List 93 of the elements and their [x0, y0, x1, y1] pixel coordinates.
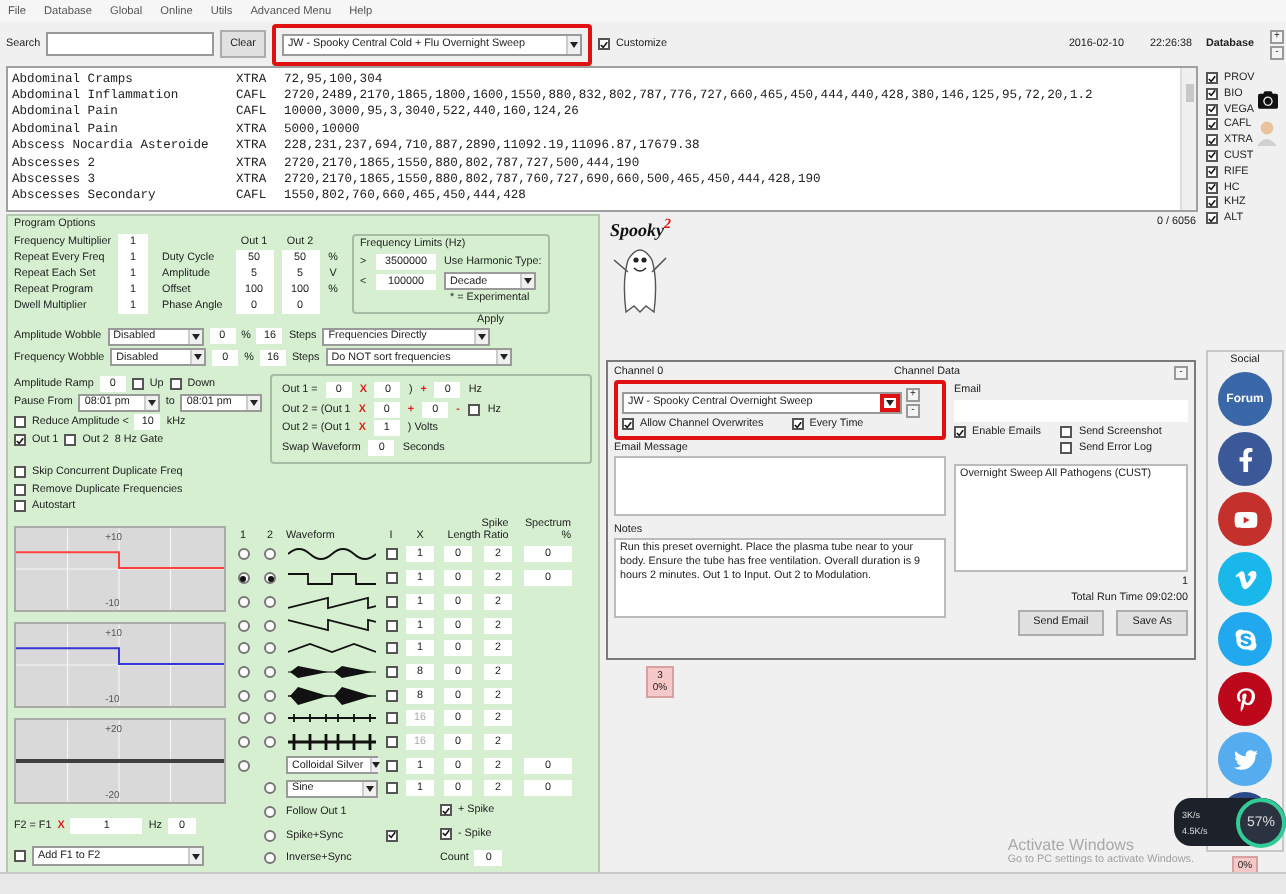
checkbox[interactable] — [131, 377, 144, 390]
checkbox[interactable] — [385, 619, 397, 632]
radio-button[interactable] — [264, 595, 276, 608]
checkbox[interactable] — [169, 377, 182, 390]
caret-icon — [187, 329, 202, 344]
waveform-icon[interactable] — [288, 731, 376, 752]
checkbox[interactable] — [1206, 149, 1218, 162]
skype-icon[interactable] — [1218, 612, 1272, 667]
radio-button[interactable] — [264, 619, 276, 632]
waveform-icon[interactable] — [288, 638, 376, 659]
radio-button[interactable] — [264, 735, 276, 748]
notice-title: Activate Windows — [1007, 836, 1136, 854]
checkbox[interactable] — [1060, 426, 1073, 438]
checkbox[interactable] — [1206, 134, 1218, 147]
caret-icon — [520, 274, 534, 288]
checkbox[interactable] — [622, 418, 634, 430]
radio-button[interactable] — [237, 735, 249, 748]
checkbox[interactable] — [954, 426, 966, 438]
checkbox[interactable] — [14, 850, 26, 863]
checkbox[interactable] — [1060, 442, 1073, 454]
radio-button[interactable] — [264, 712, 276, 725]
radio-button[interactable] — [264, 548, 276, 561]
radio-button[interactable] — [237, 689, 249, 702]
radio-button[interactable] — [237, 759, 249, 772]
checkbox[interactable] — [14, 499, 26, 512]
facebook-icon[interactable] — [1218, 432, 1272, 487]
checkbox[interactable] — [14, 466, 26, 479]
radio-button[interactable] — [237, 595, 249, 608]
caret-icon — [495, 350, 510, 365]
checkbox[interactable] — [385, 712, 397, 725]
checkbox[interactable] — [385, 548, 397, 561]
pinterest-icon[interactable] — [1218, 672, 1272, 727]
checkbox[interactable] — [64, 434, 77, 447]
radio-button[interactable] — [264, 572, 276, 585]
caret-icon — [362, 781, 376, 796]
caret-icon — [188, 848, 202, 865]
frequency-list[interactable] — [6, 66, 1198, 212]
checkbox[interactable] — [791, 418, 804, 430]
radio-button[interactable] — [264, 782, 276, 795]
radio-button[interactable] — [237, 665, 249, 678]
checkbox[interactable] — [385, 665, 397, 678]
checkbox[interactable] — [385, 759, 397, 772]
checkbox[interactable] — [385, 572, 397, 585]
logo-text: Spooky$^{2}$ — [610, 216, 671, 240]
caret-icon — [245, 395, 260, 410]
caret-icon — [143, 395, 158, 410]
radio-button[interactable] — [264, 689, 276, 702]
scrollbar[interactable] — [1180, 68, 1196, 210]
radio-button[interactable] — [264, 806, 276, 819]
radio-button[interactable] — [237, 572, 249, 585]
caret-icon — [369, 758, 380, 773]
message-field[interactable] — [614, 456, 946, 516]
waveform-icon[interactable] — [288, 568, 376, 589]
radio-button[interactable] — [237, 619, 249, 632]
checkbox[interactable] — [14, 483, 26, 496]
checkbox[interactable] — [14, 434, 26, 447]
checkbox[interactable] — [597, 38, 610, 50]
waveform-icon[interactable] — [288, 591, 376, 612]
radio-button[interactable] — [237, 642, 249, 655]
waveform-icon[interactable] — [288, 685, 376, 706]
checkbox[interactable] — [14, 415, 26, 428]
checkbox[interactable] — [1206, 103, 1218, 116]
radio-button[interactable] — [264, 829, 276, 842]
radio-button[interactable] — [264, 642, 276, 655]
radio-button[interactable] — [264, 665, 276, 678]
caret-icon — [565, 35, 580, 53]
checkbox[interactable] — [1206, 165, 1218, 178]
search-field[interactable] — [46, 32, 215, 56]
caret-icon — [474, 329, 489, 344]
checkbox[interactable] — [440, 827, 452, 840]
checkbox[interactable] — [385, 735, 397, 748]
checkbox[interactable] — [440, 804, 452, 817]
checkbox[interactable] — [1206, 196, 1218, 209]
checkbox[interactable] — [1206, 212, 1218, 225]
youtube-icon[interactable] — [1218, 492, 1272, 547]
checkbox[interactable] — [385, 642, 397, 655]
checkbox[interactable] — [385, 595, 397, 608]
waveform-icon[interactable] — [288, 544, 376, 565]
checkbox[interactable] — [385, 689, 397, 702]
waveform-icon[interactable] — [288, 615, 376, 636]
checkbox[interactable] — [385, 782, 397, 795]
caret-icon — [190, 350, 205, 365]
checkbox[interactable] — [1206, 118, 1218, 131]
checkbox[interactable] — [1206, 87, 1218, 100]
checkbox[interactable] — [385, 829, 397, 842]
checkbox[interactable] — [467, 403, 480, 416]
waveform-icon[interactable] — [288, 661, 376, 682]
checkbox[interactable] — [1206, 181, 1218, 194]
checkbox[interactable] — [1206, 72, 1218, 84]
radio-button[interactable] — [237, 548, 249, 561]
camera-icon[interactable] — [1257, 90, 1278, 110]
radio-button[interactable] — [264, 852, 276, 865]
radio-button[interactable] — [237, 712, 249, 725]
